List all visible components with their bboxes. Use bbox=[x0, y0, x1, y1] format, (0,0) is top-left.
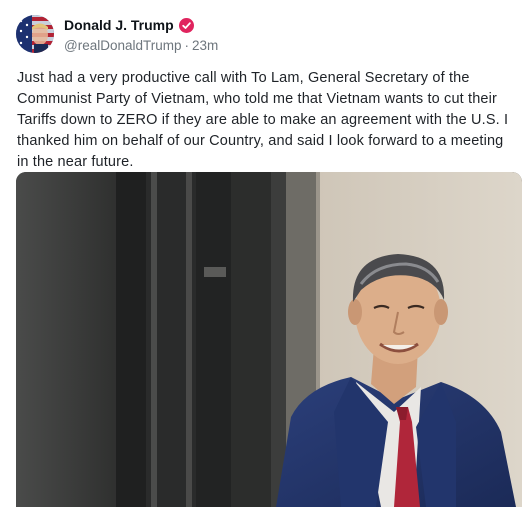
post-text: Just had a very productive call with To … bbox=[17, 70, 509, 170]
post-timestamp[interactable]: 23m bbox=[192, 38, 218, 53]
verified-badge-icon bbox=[178, 17, 194, 33]
meta-separator: · bbox=[184, 38, 190, 53]
author-meta-row: @realDonaldTrump · 23m bbox=[64, 38, 218, 53]
author-display-name[interactable]: Donald J. Trump bbox=[64, 17, 174, 33]
post-card: Donald J. Trump @realDonaldTrump · 23m J… bbox=[0, 0, 526, 507]
photo-image bbox=[16, 172, 522, 507]
author-handle[interactable]: @realDonaldTrump bbox=[64, 38, 182, 53]
avatar-flag-image bbox=[16, 15, 54, 53]
post-photo[interactable] bbox=[16, 172, 522, 507]
author-name-row: Donald J. Trump bbox=[64, 15, 218, 35]
author-block: Donald J. Trump @realDonaldTrump · 23m bbox=[64, 15, 218, 53]
avatar[interactable] bbox=[16, 15, 54, 53]
